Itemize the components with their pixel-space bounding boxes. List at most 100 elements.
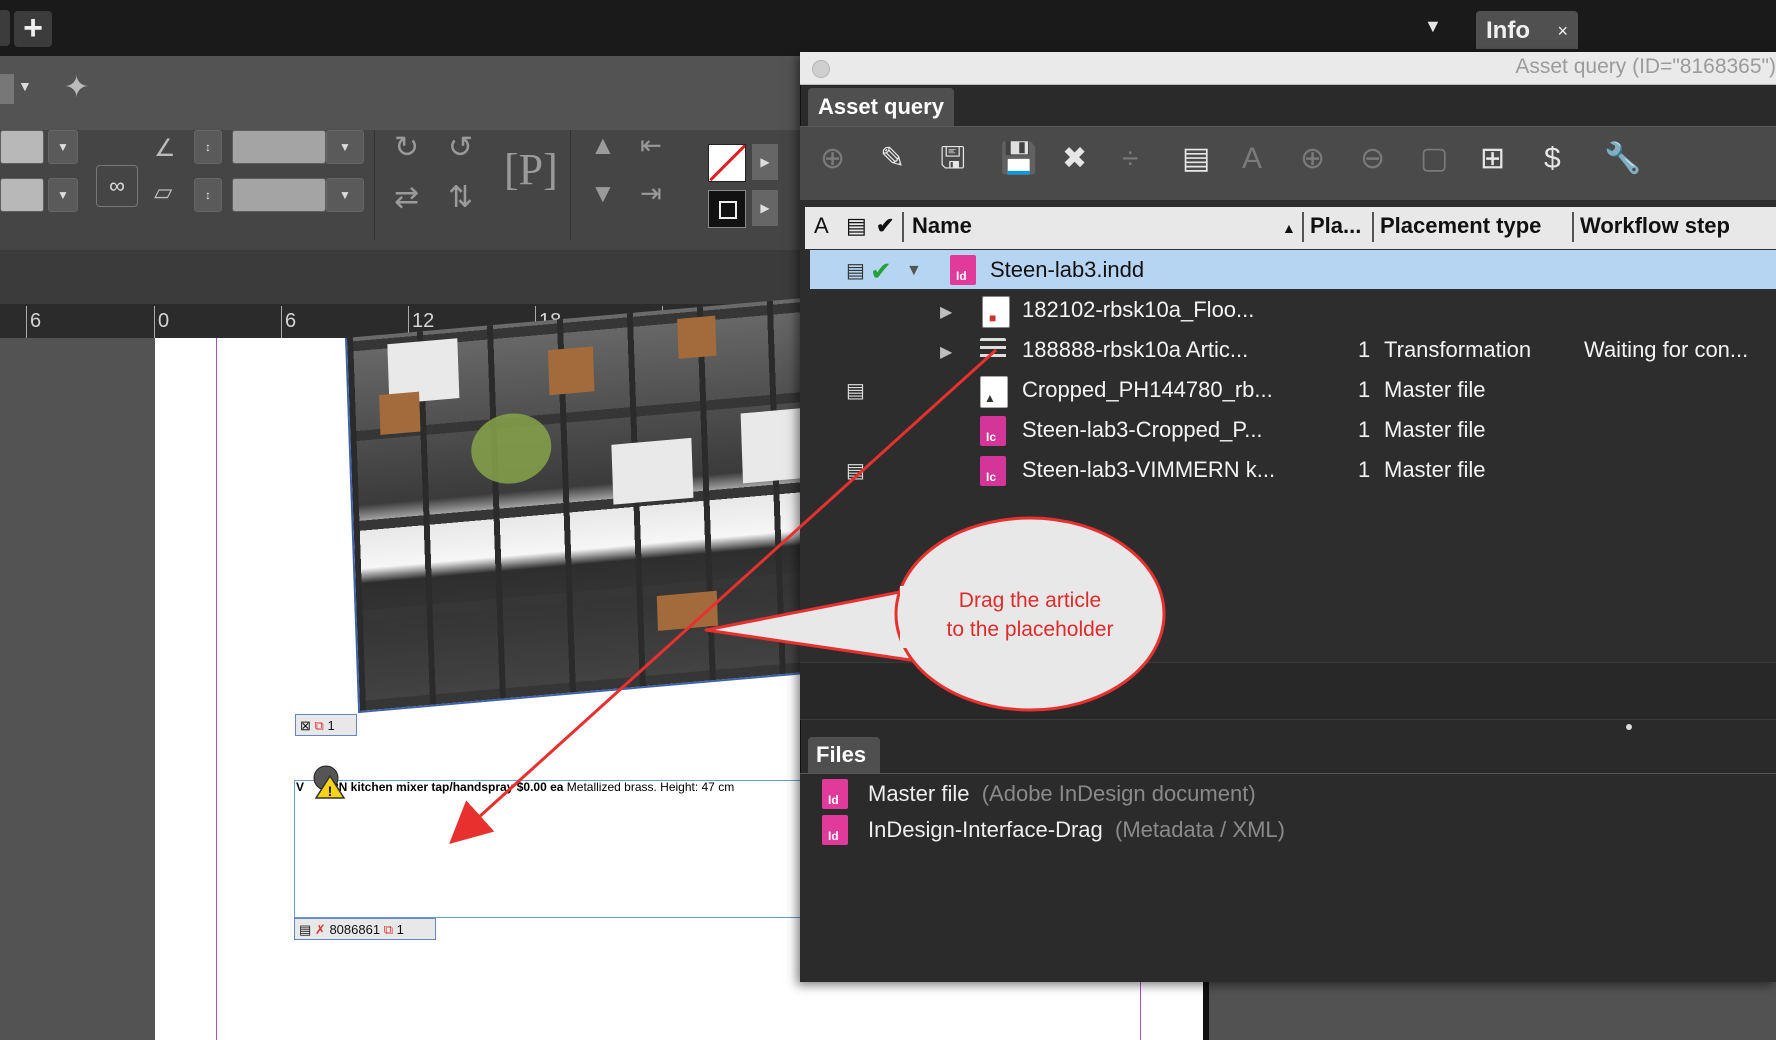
- image-placeholder-icon: ⊠: [300, 718, 311, 733]
- publish-icon[interactable]: ✦: [64, 70, 89, 105]
- shear-dropdown[interactable]: ▼: [326, 178, 364, 212]
- add-icon[interactable]: ⊕: [820, 144, 845, 174]
- rotate-field[interactable]: [232, 130, 326, 164]
- column-separator: [902, 212, 904, 242]
- document-tab[interactable]: [0, 10, 10, 46]
- article-frame-tag[interactable]: ▤ ✗ 8086861 ⧉ 1: [294, 918, 436, 940]
- expand-toggle-open[interactable]: ▼: [906, 262, 922, 280]
- edit-icon[interactable]: ✎: [880, 144, 905, 174]
- y-dropdown[interactable]: ▼: [48, 178, 78, 212]
- file-name: Master file: [868, 781, 970, 806]
- incopy-file-icon: Ic: [980, 416, 1006, 446]
- structure-icon[interactable]: ⊞: [1480, 144, 1505, 174]
- view-options-icon[interactable]: [0, 74, 14, 104]
- stroke-dropdown[interactable]: ▶: [752, 190, 778, 226]
- tab-info[interactable]: Info ×: [1476, 11, 1578, 49]
- save-copy-icon[interactable]: 🖫: [940, 144, 966, 174]
- window-close-button[interactable]: [812, 60, 830, 78]
- column-name[interactable]: Name: [912, 213, 972, 239]
- kitchen-photo-frame[interactable]: [345, 294, 860, 714]
- article-lines-icon: [980, 338, 1006, 359]
- frame-icon[interactable]: ▢: [1420, 144, 1448, 174]
- rotate-cw-icon[interactable]: ↻: [394, 130, 419, 165]
- select-container-icon[interactable]: ▲: [590, 130, 616, 161]
- text-column-icon[interactable]: A: [814, 213, 829, 239]
- paragraph-p-icon: [P]: [504, 145, 558, 194]
- chevron-down-icon[interactable]: ▼: [1424, 16, 1442, 37]
- column-separator: [1572, 212, 1574, 242]
- page-link-icon: ⧉: [314, 718, 324, 733]
- x-field[interactable]: [0, 130, 44, 164]
- link-icon[interactable]: ∞: [96, 165, 138, 207]
- ruler-tick: [154, 306, 155, 338]
- select-previous-icon[interactable]: ⇤: [640, 130, 662, 161]
- photo-frame-page: 1: [327, 718, 335, 733]
- shear-field[interactable]: [232, 178, 326, 212]
- plus-circle-icon[interactable]: ⊕: [1300, 144, 1325, 174]
- x-dropdown[interactable]: ▼: [48, 130, 78, 164]
- flip-vertical-icon[interactable]: ⇅: [448, 180, 473, 215]
- column-placement-type[interactable]: Placement type: [1380, 213, 1541, 239]
- tab-asset-query[interactable]: Asset query: [808, 88, 954, 126]
- indd-file-icon: Id: [822, 815, 848, 845]
- rotate-ccw-icon[interactable]: ↺: [448, 130, 473, 165]
- tab-files[interactable]: Files: [808, 737, 880, 773]
- stroke-swatch[interactable]: [708, 190, 746, 228]
- close-icon[interactable]: ×: [1557, 11, 1568, 51]
- resize-handle[interactable]: [1626, 724, 1632, 730]
- article-placeholder-frame[interactable]: [294, 780, 814, 918]
- rotate-angle-icon: ∠: [154, 135, 176, 162]
- photo-detail: [379, 391, 421, 435]
- rotate-dropdown[interactable]: ▼: [326, 130, 364, 164]
- indd-file-icon: Id: [822, 779, 848, 809]
- line: [980, 346, 1006, 349]
- row-placement-type: Transformation: [1384, 337, 1532, 362]
- row-count: 1: [1358, 337, 1371, 362]
- rotate-stepper[interactable]: ↕: [194, 130, 222, 164]
- photo-frame-tag[interactable]: ⊠ ⧉ 1: [295, 714, 357, 736]
- save-icon[interactable]: 💾: [1000, 144, 1037, 174]
- minus-circle-icon[interactable]: ⊖: [1360, 144, 1385, 174]
- ruler-label: 0: [158, 310, 170, 332]
- text-icon[interactable]: A: [1242, 144, 1262, 174]
- flip-horizontal-icon[interactable]: ⇄: [394, 180, 419, 215]
- split-icon[interactable]: ÷: [1122, 144, 1138, 174]
- incopy-file-icon: Ic: [980, 456, 1006, 486]
- callout-line-1: Drag the article: [958, 589, 1102, 612]
- file-name: InDesign-Interface-Drag: [868, 817, 1103, 842]
- delete-icon[interactable]: ✖: [1062, 144, 1087, 174]
- page-edge: [1203, 980, 1209, 1040]
- file-item[interactable]: Master file (Adobe InDesign document): [868, 781, 1256, 807]
- new-tab-button[interactable]: +: [14, 11, 52, 47]
- divider: [570, 130, 571, 240]
- column-separator: [1372, 212, 1374, 242]
- shear-stepper[interactable]: ↕: [194, 178, 222, 212]
- row-workflow-step: Waiting for con...: [1584, 337, 1749, 362]
- row-count: 1: [1358, 457, 1371, 482]
- row-name: 188888-rbsk10a Artic...: [1022, 337, 1249, 362]
- sort-ascending-icon[interactable]: ▲: [1282, 220, 1296, 236]
- row-name: Steen-lab3-Cropped_P...: [1022, 417, 1263, 442]
- check-column-icon[interactable]: ✔: [876, 213, 894, 239]
- divider: [374, 130, 375, 240]
- fill-dropdown[interactable]: ▶: [752, 144, 778, 180]
- file-type: (Metadata / XML): [1115, 817, 1285, 842]
- dollar-icon[interactable]: $: [1544, 144, 1561, 174]
- select-content-icon[interactable]: ▼: [590, 178, 616, 209]
- y-field[interactable]: [0, 178, 44, 212]
- fill-swatch-none[interactable]: [708, 144, 746, 182]
- column-workflow-step[interactable]: Workflow step: [1580, 213, 1730, 239]
- chevron-down-icon[interactable]: ▼: [18, 78, 32, 94]
- select-next-icon[interactable]: ⇥: [640, 178, 662, 209]
- column-placements[interactable]: Pla...: [1310, 213, 1361, 239]
- list-icon[interactable]: ▤: [1182, 144, 1210, 174]
- expand-toggle[interactable]: ▶: [940, 342, 952, 362]
- wrench-icon[interactable]: 🔧: [1604, 144, 1641, 174]
- expand-toggle[interactable]: ▶: [940, 302, 952, 322]
- file-type: (Adobe InDesign document): [981, 781, 1256, 806]
- row-name: Steen-lab3.indd: [990, 257, 1145, 282]
- none-slash: [709, 145, 745, 181]
- list-column-icon[interactable]: ▤: [846, 213, 867, 239]
- file-item[interactable]: InDesign-Interface-Drag (Metadata / XML): [868, 817, 1285, 843]
- photo-detail: [470, 410, 553, 487]
